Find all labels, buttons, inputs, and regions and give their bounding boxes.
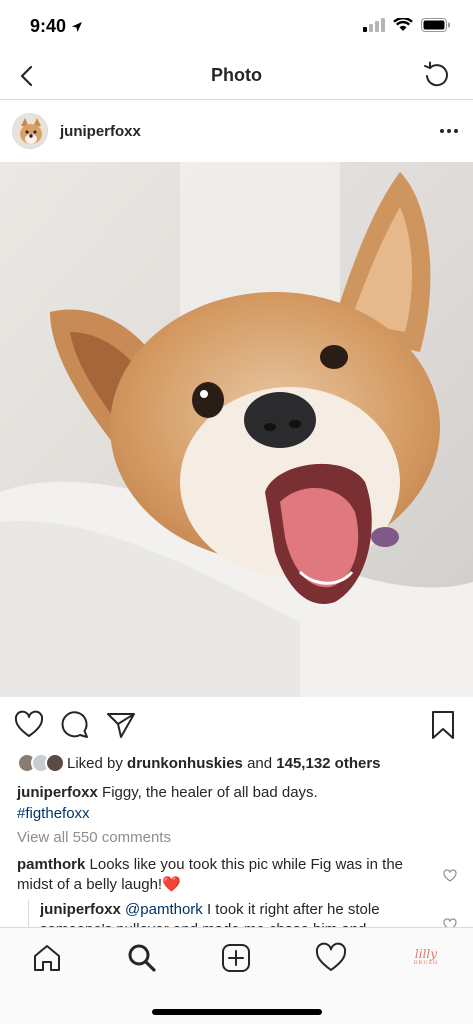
likes-count[interactable]: 145,132 others	[276, 755, 380, 772]
comment-like-icon[interactable]	[443, 869, 457, 882]
activity-heart-icon[interactable]	[315, 942, 347, 974]
likes-row[interactable]: Liked by drunkonhuskies and 145,132 othe…	[17, 752, 381, 774]
page-title: Photo	[211, 65, 262, 85]
post-header: juniperfoxx	[0, 101, 473, 162]
status-icons	[363, 18, 451, 32]
home-indicator	[152, 1009, 322, 1015]
tab-bar: lilly BRUSH	[0, 927, 473, 1024]
comment-username[interactable]: pamthork	[17, 856, 85, 873]
heart-icon[interactable]	[14, 710, 44, 740]
reply-username[interactable]: juniperfoxx	[40, 901, 121, 918]
avatar[interactable]	[12, 113, 48, 149]
signal-icon	[363, 18, 385, 32]
fox-photo	[0, 162, 473, 697]
wifi-icon	[393, 18, 413, 31]
nav-bar: Photo	[0, 52, 473, 100]
search-icon[interactable]	[126, 942, 158, 974]
refresh-icon[interactable]	[421, 60, 451, 90]
likes-prefix: Liked by	[67, 754, 123, 772]
fox-avatar-image	[13, 114, 47, 148]
status-time-text: 9:40	[30, 16, 67, 36]
likes-middle: and	[247, 754, 273, 772]
comment: pamthork Looks like you took this pic wh…	[17, 855, 427, 895]
comment-icon[interactable]	[60, 710, 90, 740]
caption-username[interactable]: juniperfoxx	[17, 784, 98, 801]
post-username[interactable]: juniperfoxx	[60, 123, 141, 140]
view-all-comments[interactable]: View all 550 comments	[17, 829, 171, 846]
action-bar	[0, 700, 473, 750]
like-avatars	[17, 753, 65, 773]
location-arrow-icon	[72, 22, 83, 32]
add-icon[interactable]	[220, 942, 252, 974]
likes-user[interactable]: drunkonhuskies	[127, 755, 243, 772]
caption: juniperfoxx Figgy, the healer of all bad…	[17, 782, 457, 824]
reply-mention[interactable]: @pamthork	[125, 901, 203, 918]
profile-logo-sub: BRUSH	[413, 960, 439, 966]
profile-logo-main: lilly	[414, 947, 438, 961]
status-bar: 9:40	[0, 0, 473, 52]
caption-hashtag[interactable]: #figthefoxx	[17, 805, 90, 822]
comment-emoji: ❤️	[162, 876, 181, 893]
post-image[interactable]	[0, 162, 473, 697]
caption-text: Figgy, the healer of all bad days.	[102, 784, 318, 801]
battery-icon	[421, 18, 450, 32]
status-time: 9:40	[30, 16, 83, 37]
bookmark-icon[interactable]	[428, 710, 458, 740]
share-icon[interactable]	[106, 710, 136, 740]
liker-avatar	[45, 753, 65, 773]
reply-comment: juniperfoxx @pamthork I took it right af…	[40, 900, 425, 927]
profile-tab[interactable]: lilly BRUSH	[406, 948, 446, 970]
more-icon[interactable]	[439, 127, 459, 135]
reply-thread-line	[28, 900, 29, 927]
home-icon[interactable]	[31, 942, 63, 974]
